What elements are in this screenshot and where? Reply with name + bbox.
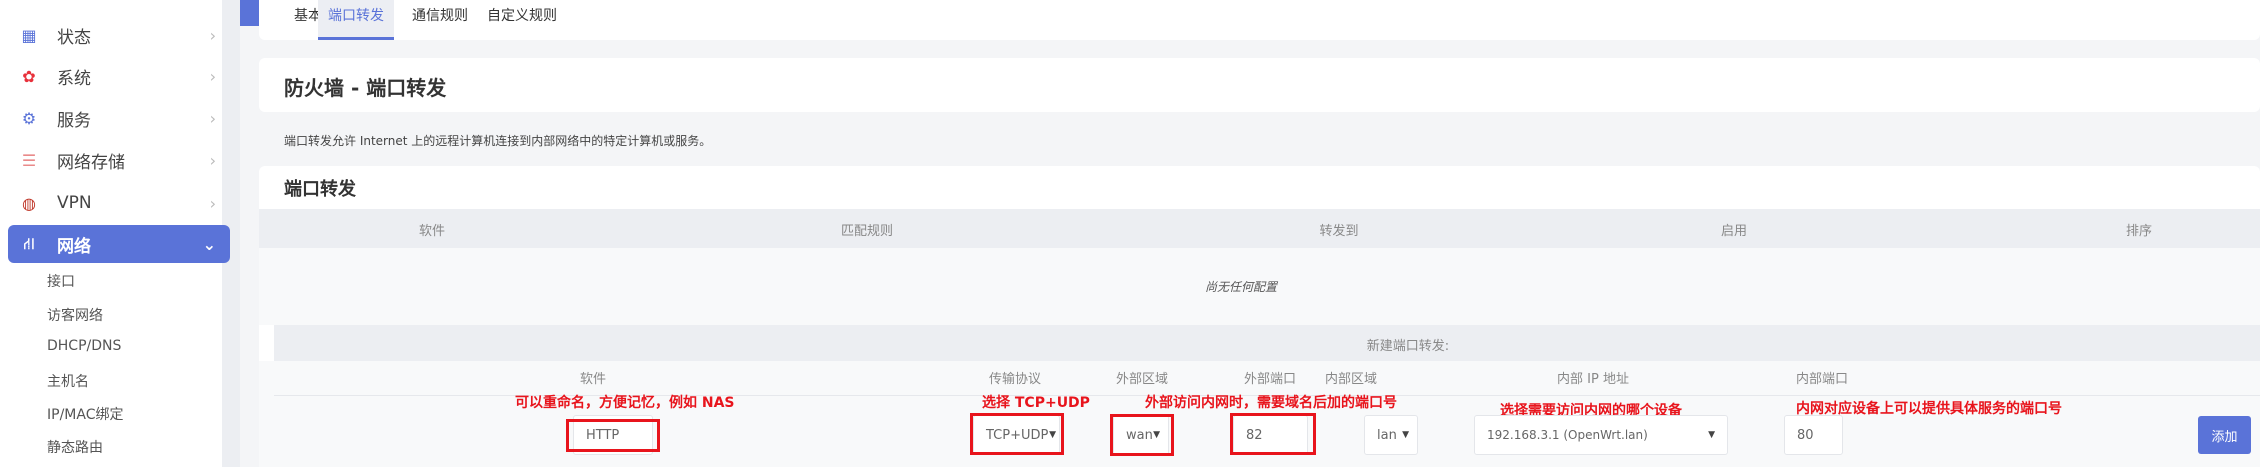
dropdown-arrow-icon: ▼ [1402, 430, 1409, 440]
vpn-icon: ◍ [22, 193, 36, 213]
gear-icon: ✿ [22, 66, 36, 86]
annotation-ext-port: 外部访问内网时，需要域名后加的端口号 [1145, 395, 1397, 411]
highlight-box [1230, 413, 1316, 455]
dest-zone-select[interactable]: lan ▼ [1364, 415, 1418, 455]
tab-custom-rules[interactable]: 自定义规则 [477, 0, 567, 40]
section-title: 端口转发 [284, 179, 356, 200]
chevron-right-icon: › [209, 25, 216, 45]
col-forward: 转发到 [1319, 224, 1359, 239]
form-col-int-port: 内部端口 [1795, 372, 1849, 387]
highlight-box [970, 413, 1064, 455]
table-header: 软件 匹配规则 转发到 启用 排序 [259, 209, 2260, 248]
sidebar-item-status[interactable]: ▦ 状态 › [8, 17, 230, 53]
form-col-dest-zone: 内部区域 [1324, 372, 1378, 387]
col-sort: 排序 [2125, 224, 2153, 239]
dropdown-arrow-icon: ▼ [1708, 430, 1715, 440]
sidebar-item-system[interactable]: ✿ 系统 › [8, 58, 230, 94]
col-name: 软件 [418, 224, 446, 239]
sidebar-item-services[interactable]: ⚙ 服务 › [8, 100, 230, 136]
page-title: 防火墙 - 端口转发 [284, 76, 447, 100]
tab-port-forward[interactable]: 端口转发 [318, 0, 394, 40]
annotation-name: 可以重命名，方便记忆，例如 NAS [515, 395, 735, 411]
new-forward-header: 新建端口转发: [274, 325, 2260, 361]
int-ip-select[interactable]: 192.168.3.1 (OpenWrt.lan) ▼ [1474, 415, 1728, 455]
sidebar: ▦ 状态 › ✿ 系统 › ⚙ 服务 › ☰ 网络存储 › ◍ VPN › ⛙ 网络 ⌄ 接口 访客网络… [0, 0, 240, 467]
highlight-box [566, 419, 660, 452]
dashboard-icon: ▦ [21, 25, 37, 45]
sidebar-subitem-interfaces[interactable]: 接口 [47, 271, 75, 291]
chevron-down-icon: ⌄ [202, 234, 216, 254]
form-col-ext-port: 外部端口 [1243, 372, 1297, 387]
tab-traffic-rules[interactable]: 通信规则 [402, 0, 478, 40]
highlight-box [1110, 414, 1174, 456]
title-card: 防火墙 - 端口转发 [259, 58, 2260, 112]
empty-text: 尚无任何配置 [1204, 280, 1278, 294]
sidebar-subitem-dhcp[interactable]: DHCP/DNS [47, 338, 121, 354]
chevron-right-icon: › [209, 108, 216, 128]
description: 端口转发允许 Internet 上的远程计算机连接到内部网络中的特定计算机或服务… [284, 134, 712, 148]
int-port-input[interactable]: 80 [1784, 415, 1843, 455]
form-col-int-ip: 内部 IP 地址 [1557, 372, 1629, 387]
accent-bar [240, 0, 259, 26]
chevron-right-icon: › [209, 193, 216, 213]
add-button[interactable]: 添加 [2198, 416, 2251, 454]
sidebar-item-storage[interactable]: ☰ 网络存储 › [8, 142, 230, 178]
chevron-right-icon: › [209, 150, 216, 170]
empty-row: 尚无任何配置 [259, 248, 2260, 325]
annotation-protocol: 选择 TCP+UDP [982, 395, 1090, 411]
chevron-right-icon: › [209, 66, 216, 86]
sidebar-item-network[interactable]: ⛙ 网络 ⌄ [8, 225, 230, 263]
tab-bar: 基本设置 端口转发 通信规则 自定义规则 [259, 0, 2260, 40]
col-enable: 启用 [1720, 224, 1748, 239]
sidebar-subitem-routes[interactable]: 静态路由 [47, 437, 103, 457]
sidebar-subitem-hostnames[interactable]: 主机名 [47, 371, 89, 391]
storage-icon: ☰ [21, 150, 37, 170]
form-col-name: 软件 [579, 372, 607, 387]
new-forward-title: 新建端口转发: [1366, 339, 1450, 354]
sidebar-item-vpn[interactable]: ◍ VPN › [8, 185, 230, 221]
network-icon: ⛙ [23, 233, 35, 253]
services-icon: ⚙ [21, 108, 37, 128]
sidebar-subitem-guest[interactable]: 访客网络 [47, 305, 103, 325]
col-match: 匹配规则 [840, 224, 894, 239]
form-col-protocol: 传输协议 [988, 372, 1042, 387]
sidebar-subitem-ipmac[interactable]: IP/MAC绑定 [47, 404, 123, 424]
form-col-src-zone: 外部区域 [1115, 372, 1169, 387]
